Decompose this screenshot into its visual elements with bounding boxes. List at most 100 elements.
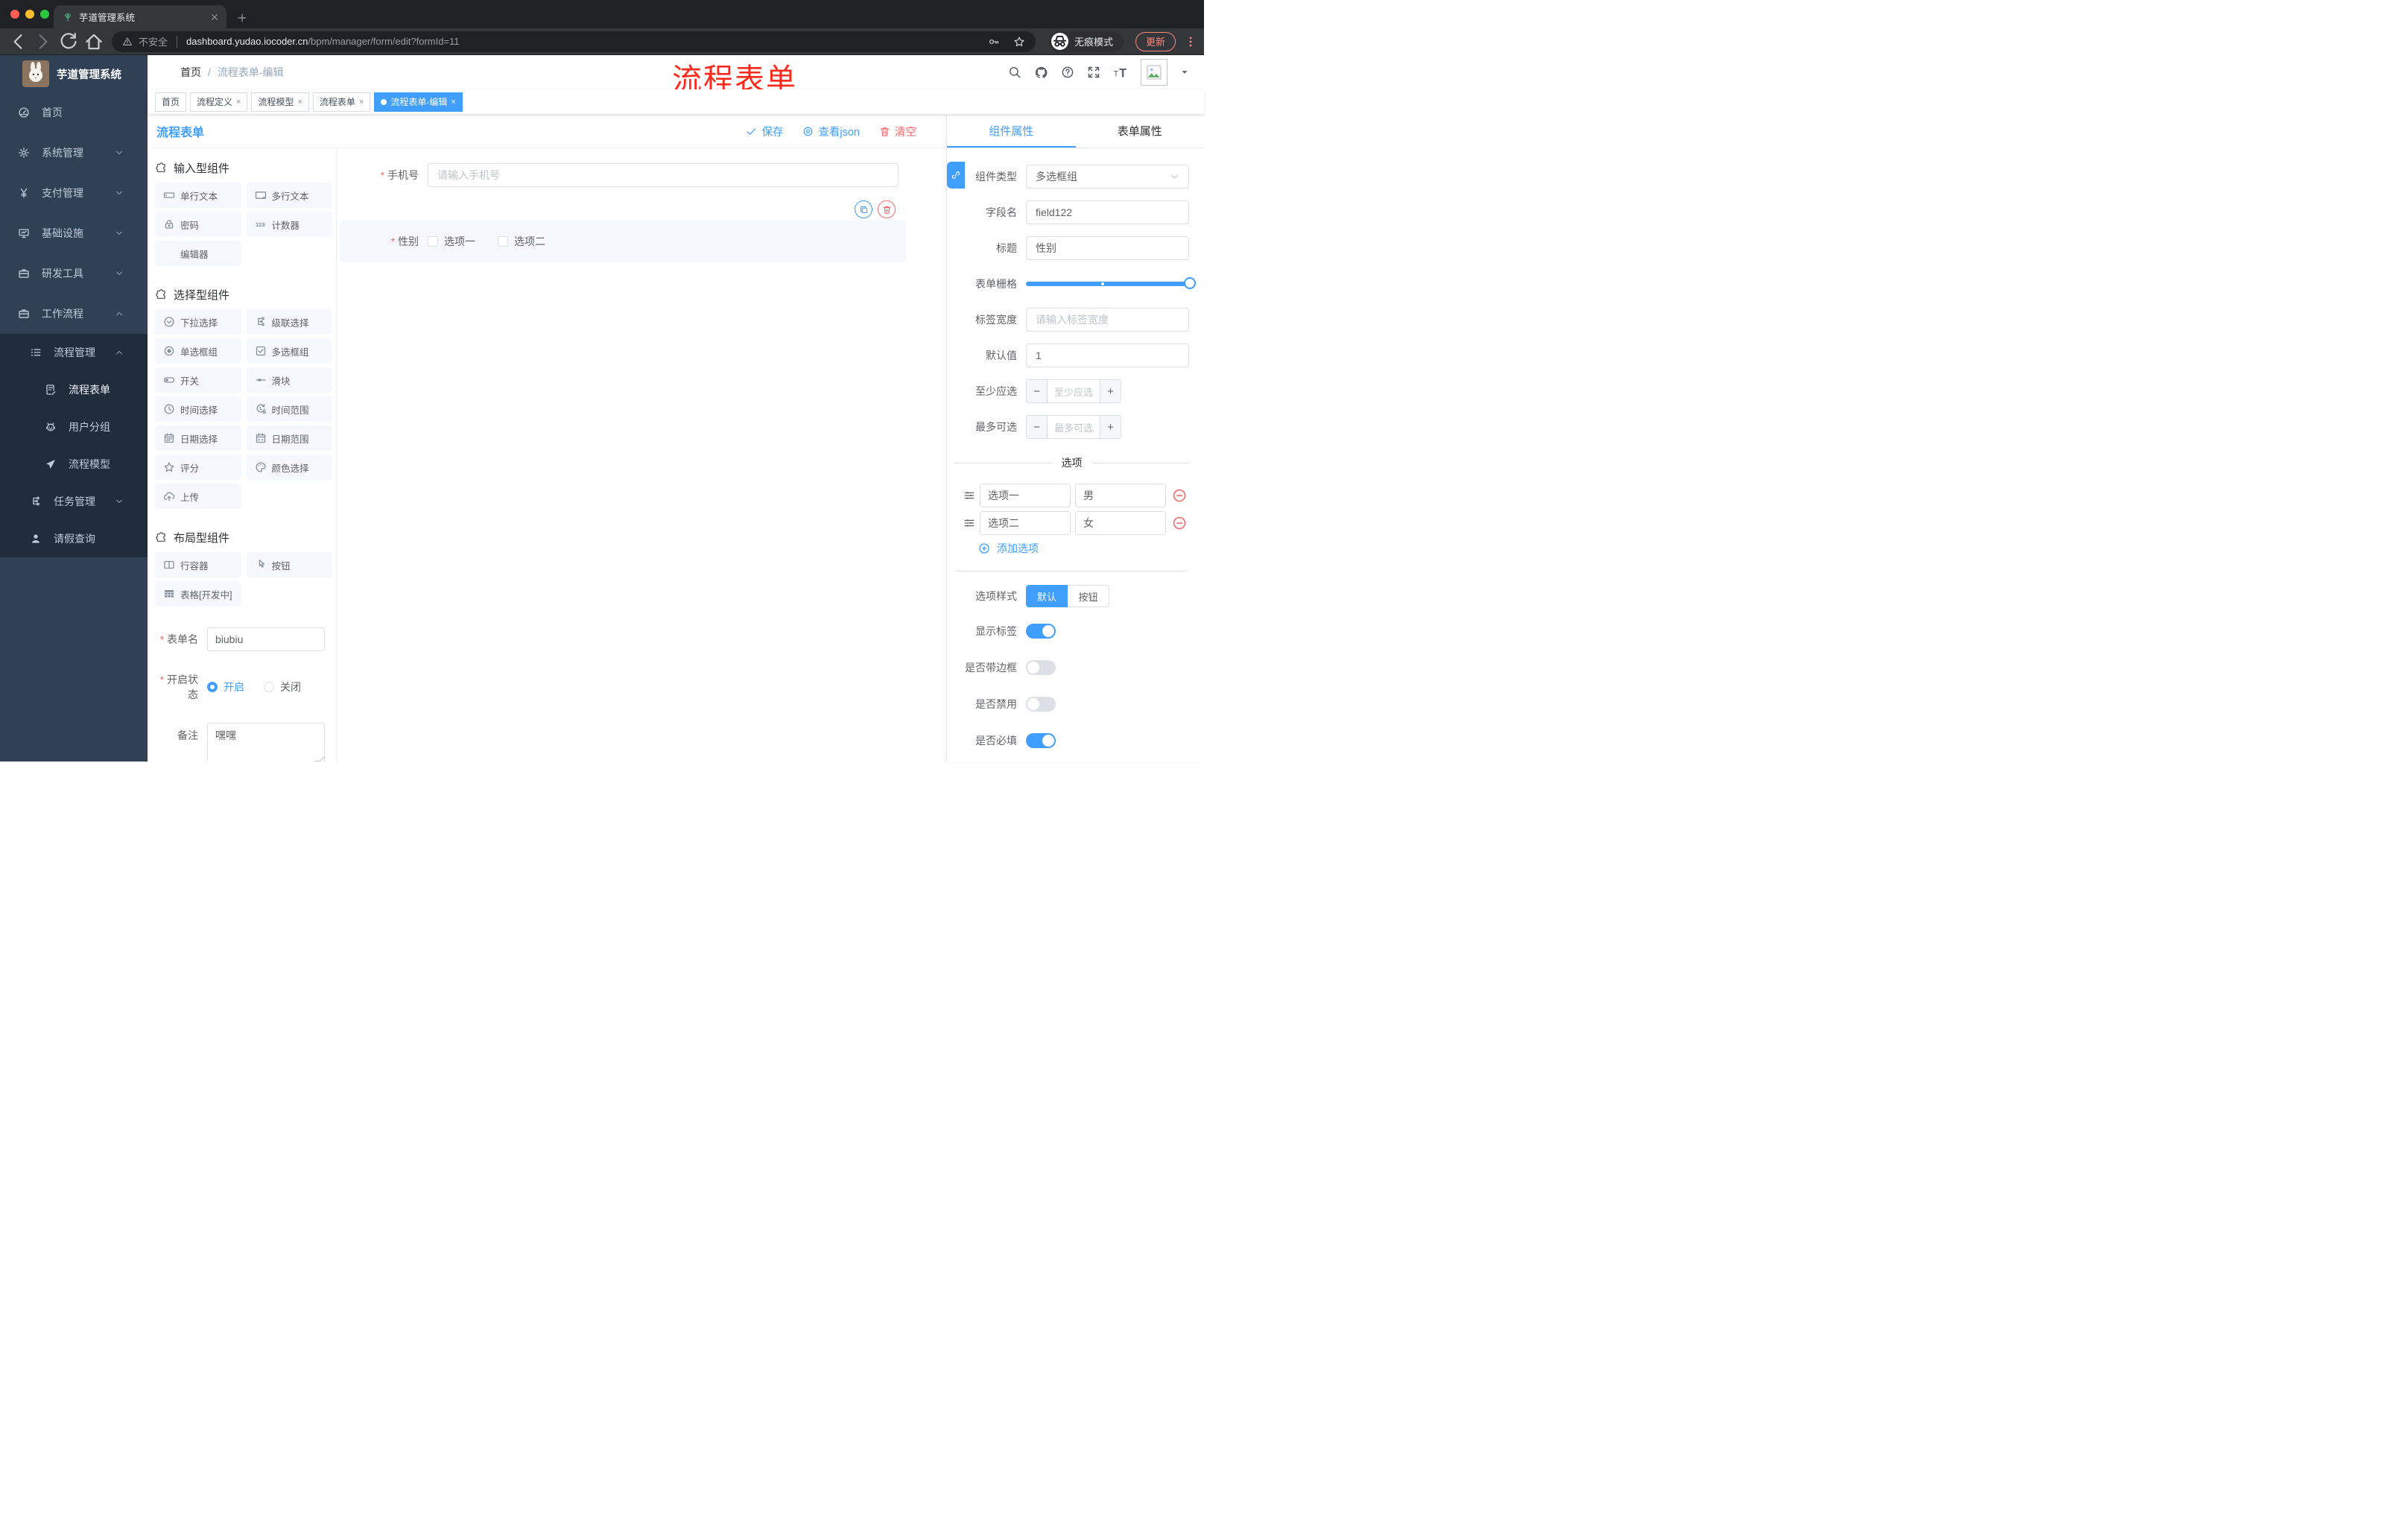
close-window-button[interactable] bbox=[10, 10, 19, 19]
phone-field-row[interactable]: 手机号 请输入手机号 bbox=[340, 163, 906, 187]
component-颜色选择[interactable]: 颜色选择 bbox=[246, 455, 332, 480]
option-label-input[interactable]: 选项一 bbox=[980, 484, 1071, 507]
max-select-stepper[interactable]: − 最多可选 + bbox=[1026, 415, 1121, 439]
field-link-tab[interactable] bbox=[947, 162, 965, 189]
label-width-input[interactable]: 请输入标签宽度 bbox=[1026, 308, 1189, 332]
form-name-input[interactable]: biubiu bbox=[207, 627, 325, 651]
component-按钮[interactable]: 按钮 bbox=[246, 552, 332, 577]
window-controls[interactable] bbox=[10, 10, 49, 19]
checkbox-选项一[interactable]: 选项一 bbox=[428, 234, 475, 249]
component-开关[interactable]: 开关 bbox=[155, 367, 241, 393]
toggle-是否必填[interactable] bbox=[1026, 733, 1056, 748]
copy-widget-button[interactable] bbox=[855, 200, 872, 218]
browser-menu-icon[interactable] bbox=[1185, 36, 1197, 48]
security-warning-icon[interactable] bbox=[122, 37, 133, 47]
bookmark-star-icon[interactable] bbox=[1013, 36, 1025, 48]
component-单行文本[interactable]: 单行文本 bbox=[155, 183, 241, 208]
component-下拉选择[interactable]: 下拉选择 bbox=[155, 309, 241, 335]
component-单选框组[interactable]: 单选框组 bbox=[155, 338, 241, 364]
reload-button[interactable] bbox=[58, 31, 79, 52]
tab-表单属性[interactable]: 表单属性 bbox=[1076, 115, 1205, 148]
component-密码[interactable]: 密码 bbox=[155, 212, 241, 237]
查看json-button[interactable]: 查看json bbox=[802, 124, 860, 139]
component-日期范围[interactable]: 日期范围 bbox=[246, 425, 332, 451]
component-多选框组[interactable]: 多选框组 bbox=[246, 338, 332, 364]
maximize-window-button[interactable] bbox=[40, 10, 49, 19]
tag-view-流程模型[interactable]: 流程模型 × bbox=[251, 92, 309, 112]
sidebar-item-流程表单[interactable]: 流程表单 bbox=[0, 371, 148, 408]
remove-option-icon[interactable] bbox=[1172, 488, 1187, 503]
tag-view-流程定义[interactable]: 流程定义 × bbox=[190, 92, 248, 112]
help-icon[interactable] bbox=[1061, 66, 1074, 79]
status-radio-关闭[interactable]: 关闭 bbox=[264, 680, 301, 694]
drag-handle-icon[interactable] bbox=[963, 517, 975, 529]
app-logo[interactable]: 芋道管理系统 bbox=[0, 55, 148, 92]
component-滑块[interactable]: 滑块 bbox=[246, 367, 332, 393]
tag-close-icon[interactable]: × bbox=[236, 98, 241, 107]
tag-view-流程表单-编辑[interactable]: 流程表单-编辑 × bbox=[374, 92, 463, 112]
sidebar-item-流程管理[interactable]: 流程管理 bbox=[0, 334, 148, 371]
sidebar-item-用户分组[interactable]: 用户分组 bbox=[0, 408, 148, 446]
component-表格[开发中][interactable]: 表格[开发中] bbox=[155, 581, 241, 607]
stepper-plus-button[interactable]: + bbox=[1100, 380, 1121, 402]
min-select-stepper[interactable]: − 至少应选 + bbox=[1026, 379, 1121, 403]
tag-view-首页[interactable]: 首页 bbox=[155, 92, 187, 112]
default-value-input[interactable]: 1 bbox=[1026, 343, 1189, 367]
toggle-是否禁用[interactable] bbox=[1026, 697, 1056, 712]
component-级联选择[interactable]: 级联选择 bbox=[246, 309, 332, 335]
form-canvas[interactable]: 手机号 请输入手机号 性别 选项一 选项二 bbox=[337, 148, 946, 762]
github-icon[interactable] bbox=[1034, 66, 1048, 80]
fullscreen-icon[interactable] bbox=[1087, 66, 1100, 79]
option-style-按钮[interactable]: 按钮 bbox=[1068, 585, 1109, 607]
status-radio-开启[interactable]: 开启 bbox=[207, 680, 244, 694]
back-button[interactable] bbox=[7, 31, 28, 52]
password-key-icon[interactable] bbox=[988, 36, 1000, 48]
title-input[interactable]: 性别 bbox=[1026, 236, 1189, 260]
component-评分[interactable]: 评分 bbox=[155, 455, 241, 480]
sidebar-item-研发工具[interactable]: 研发工具 bbox=[0, 253, 148, 294]
phone-input[interactable]: 请输入手机号 bbox=[428, 163, 899, 187]
stepper-minus-button[interactable]: − bbox=[1027, 380, 1048, 402]
forward-button[interactable] bbox=[33, 31, 54, 52]
browser-tab[interactable]: 芋道管理系统 bbox=[54, 5, 226, 28]
sidebar-item-系统管理[interactable]: 系统管理 bbox=[0, 133, 148, 173]
grid-slider[interactable] bbox=[1026, 272, 1196, 296]
toggle-显示标签[interactable] bbox=[1026, 624, 1056, 639]
option-value-input[interactable]: 女 bbox=[1075, 511, 1166, 535]
tab-组件属性[interactable]: 组件属性 bbox=[947, 115, 1076, 148]
tag-close-icon[interactable]: × bbox=[359, 98, 364, 107]
update-button[interactable]: 更新 bbox=[1135, 31, 1176, 51]
component-时间范围[interactable]: 时间范围 bbox=[246, 396, 332, 422]
component-日期选择[interactable]: 日期选择 bbox=[155, 425, 241, 451]
remove-option-icon[interactable] bbox=[1172, 516, 1187, 531]
gender-widget-selected[interactable]: 性别 选项一 选项二 bbox=[340, 221, 906, 262]
field-name-input[interactable]: field122 bbox=[1026, 200, 1189, 224]
sidebar-item-首页[interactable]: 首页 bbox=[0, 92, 148, 133]
component-时间选择[interactable]: 时间选择 bbox=[155, 396, 241, 422]
avatar[interactable] bbox=[1141, 59, 1167, 86]
stepper-plus-button[interactable]: + bbox=[1100, 416, 1121, 438]
sidebar-item-工作流程[interactable]: 工作流程 bbox=[0, 294, 148, 334]
component-上传[interactable]: 上传 bbox=[155, 484, 241, 509]
checkbox-选项二[interactable]: 选项二 bbox=[498, 234, 545, 249]
component-type-select[interactable]: 多选框组 bbox=[1026, 165, 1189, 189]
tab-close-icon[interactable] bbox=[210, 13, 219, 22]
toggle-是否带边框[interactable] bbox=[1026, 660, 1056, 675]
resize-grip[interactable] bbox=[314, 756, 326, 762]
清空-button[interactable]: 清空 bbox=[879, 124, 916, 139]
sidebar-item-流程模型[interactable]: 流程模型 bbox=[0, 446, 148, 483]
drag-handle-icon[interactable] bbox=[963, 490, 975, 501]
sidebar-item-请假查询[interactable]: 请假查询 bbox=[0, 520, 148, 557]
option-style-默认[interactable]: 默认 bbox=[1026, 585, 1068, 607]
sidebar-item-支付管理[interactable]: 支付管理 bbox=[0, 173, 148, 213]
sidebar-item-任务管理[interactable]: 任务管理 bbox=[0, 483, 148, 520]
url-bar[interactable]: 不安全 dashboard.yudao.iocoder.cn/bpm/manag… bbox=[112, 31, 1036, 52]
sidebar-item-基础设施[interactable]: 基础设施 bbox=[0, 213, 148, 253]
component-编辑器[interactable]: 编辑器 bbox=[155, 241, 241, 266]
stepper-minus-button[interactable]: − bbox=[1027, 416, 1048, 438]
delete-widget-button[interactable] bbox=[878, 200, 896, 218]
保存-button[interactable]: 保存 bbox=[746, 124, 783, 139]
breadcrumb-home[interactable]: 首页 bbox=[180, 65, 201, 80]
option-label-input[interactable]: 选项二 bbox=[980, 511, 1071, 535]
tag-close-icon[interactable]: × bbox=[297, 98, 302, 107]
